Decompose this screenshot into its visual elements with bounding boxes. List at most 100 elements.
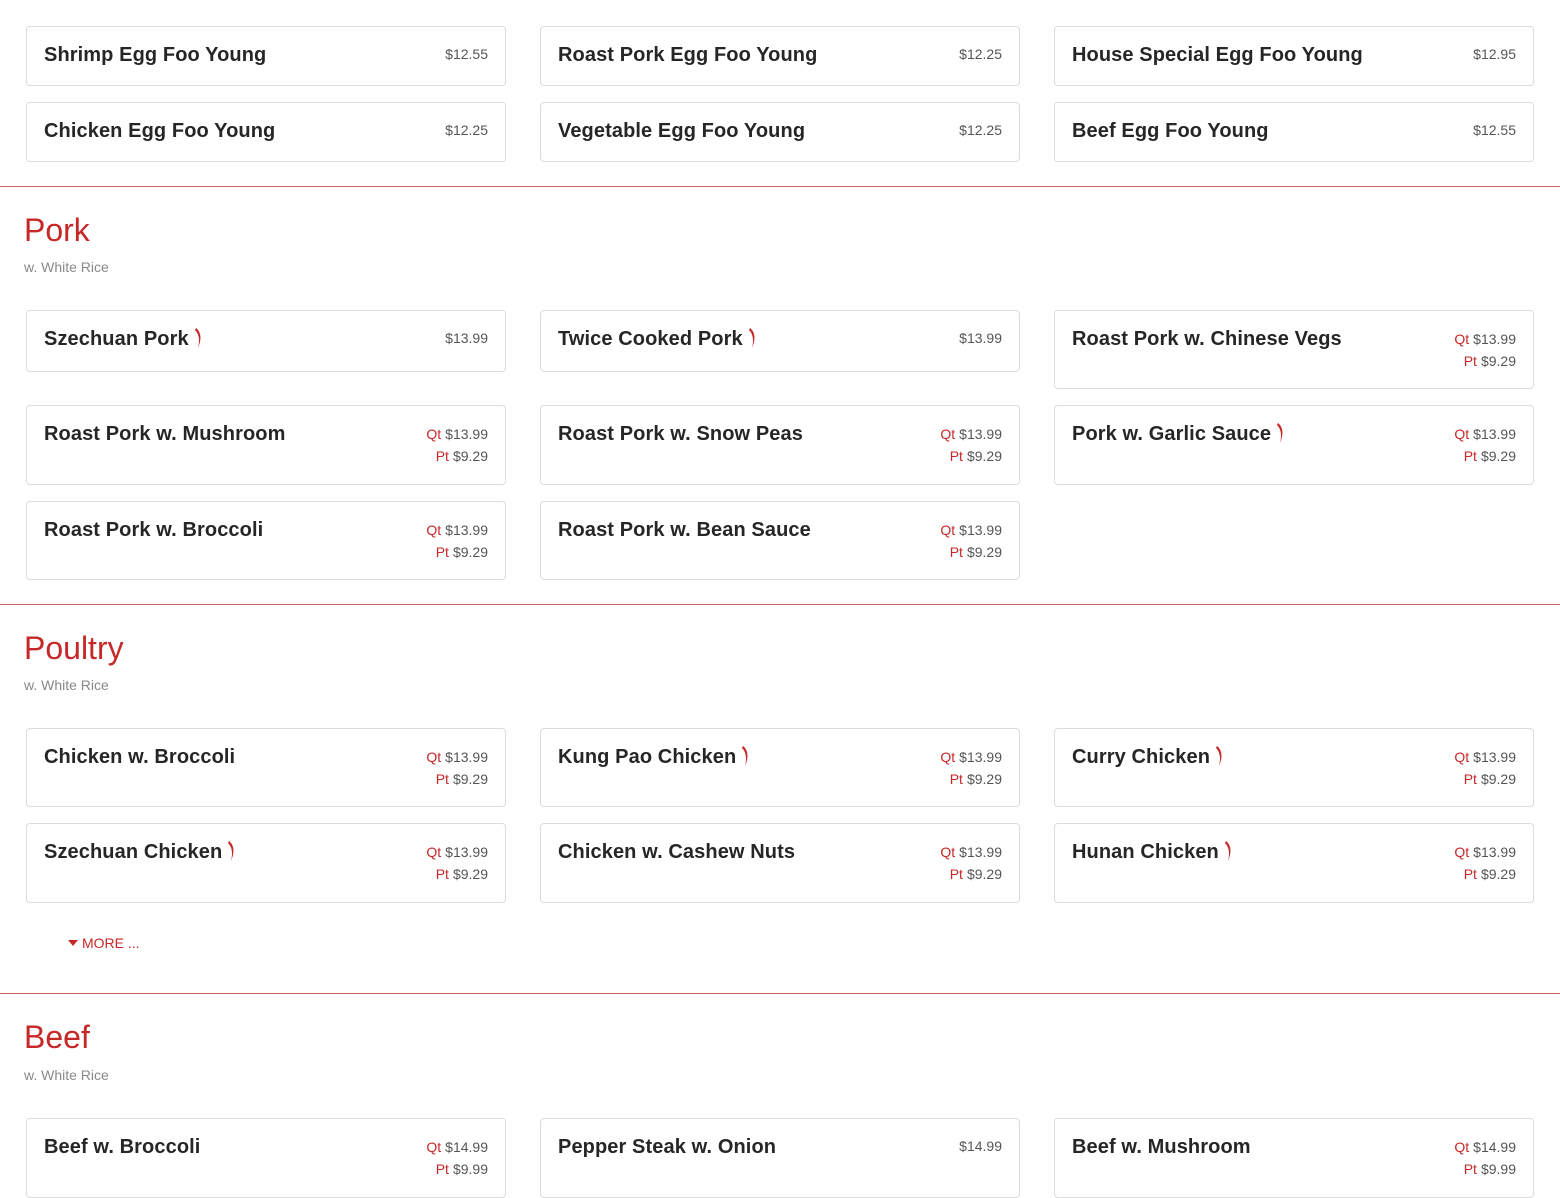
item-name: Roast Pork w. Bean Sauce (558, 519, 811, 541)
qt-label: Qt (940, 749, 956, 765)
item-prices: Qt $13.99 Pt $9.29 (1454, 841, 1516, 885)
pt-price: $9.29 (452, 448, 488, 464)
item-name: Roast Pork Egg Foo Young (558, 44, 818, 66)
menu-item-card[interactable]: Vegetable Egg Foo Young $12.25 (540, 102, 1020, 162)
qt-label: Qt (1454, 426, 1470, 442)
section-subtitle: w. White Rice (24, 1067, 109, 1083)
item-prices: Qt $13.99 Pt $9.29 (940, 519, 1002, 563)
menu-item-card[interactable]: Beef w. Broccoli Qt $14.99 Pt $9.99 (26, 1118, 506, 1198)
section-subtitle: w. White Rice (24, 259, 109, 275)
pt-label: Pt (435, 771, 449, 787)
item-name: Beef Egg Foo Young (1072, 120, 1269, 142)
section-title-poultry: Poultry (24, 630, 124, 666)
item-name: Chicken Egg Foo Young (44, 120, 276, 142)
menu-item-card[interactable]: Roast Pork w. Broccoli Qt $13.99 Pt $9.29 (26, 501, 506, 580)
pt-price: $9.29 (452, 866, 488, 882)
qt-price: $13.99 (959, 844, 1002, 860)
item-prices: Qt $13.99 Pt $9.29 (426, 841, 488, 885)
menu-item-card[interactable]: Beef w. Mushroom Qt $14.99 Pt $9.99 (1054, 1118, 1534, 1198)
menu-item-card[interactable]: Roast Pork w. Chinese Vegs Qt $13.99 Pt $9… (1054, 310, 1534, 389)
pt-label: Pt (1463, 448, 1477, 464)
chili-pepper-icon (1216, 745, 1222, 766)
item-price: $14.99 (959, 1138, 1002, 1154)
qt-label: Qt (426, 522, 442, 538)
menu-item-card[interactable]: Roast Pork w. Snow Peas Qt $13.99 Pt $9.29 (540, 405, 1020, 485)
qt-price: $13.99 (1473, 844, 1516, 860)
qt-price: $14.99 (1473, 1139, 1516, 1155)
menu-item-card[interactable]: Szechuan Chicken Qt $13.99 Pt $9.29 (26, 823, 506, 903)
menu-item-card[interactable]: Beef Egg Foo Young $12.55 (1054, 102, 1534, 162)
more-button[interactable]: MORE ... (68, 935, 140, 951)
item-price: $12.95 (1473, 46, 1516, 62)
menu-item-card[interactable]: House Special Egg Foo Young $12.95 (1054, 26, 1534, 86)
item-name: Roast Pork w. Snow Peas (558, 423, 803, 445)
item-name: Shrimp Egg Foo Young (44, 44, 267, 66)
menu-item-card[interactable]: Hunan Chicken Qt $13.99 Pt $9.29 (1054, 823, 1534, 903)
pt-price: $9.29 (452, 771, 488, 787)
qt-price: $13.99 (445, 426, 488, 442)
qt-price: $13.99 (959, 522, 1002, 538)
item-price: $12.25 (959, 46, 1002, 62)
section-title-pork: Pork (24, 212, 90, 248)
menu-item-card[interactable]: Szechuan Pork $13.99 (26, 310, 506, 372)
chili-pepper-icon (742, 745, 748, 766)
menu-item-card[interactable]: Kung Pao Chicken Qt $13.99 Pt $9.29 (540, 728, 1020, 807)
item-name: Szechuan Chicken (44, 840, 236, 864)
qt-label: Qt (426, 1139, 442, 1155)
menu-item-card[interactable]: Twice Cooked Pork $13.99 (540, 310, 1020, 372)
chili-pepper-icon (1224, 840, 1231, 861)
item-name: Beef w. Mushroom (1072, 1136, 1251, 1158)
qt-label: Qt (940, 844, 956, 860)
chili-pepper-icon (1277, 422, 1283, 443)
menu-item-card[interactable]: Chicken w. Broccoli Qt $13.99 Pt $9.29 (26, 728, 506, 807)
menu-item-card[interactable]: Roast Pork Egg Foo Young $12.25 (540, 26, 1020, 86)
pt-label: Pt (949, 544, 963, 560)
menu-item-card[interactable]: Pepper Steak w. Onion $14.99 (540, 1118, 1020, 1198)
pt-label: Pt (949, 866, 963, 882)
pork-grid: Szechuan Pork $13.99 Twice Cooked Pork $… (26, 310, 1534, 580)
pt-label: Pt (949, 771, 963, 787)
qt-price: $13.99 (1473, 426, 1516, 442)
menu-item-card[interactable]: Chicken Egg Foo Young $12.25 (26, 102, 506, 162)
section-divider (0, 993, 1560, 994)
item-prices: Qt $13.99 Pt $9.29 (940, 841, 1002, 885)
item-name: Chicken w. Cashew Nuts (558, 841, 796, 863)
poultry-grid: Chicken w. Broccoli Qt $13.99 Pt $9.29 Kun… (26, 728, 1534, 903)
pt-price: $9.29 (1480, 866, 1516, 882)
qt-label: Qt (426, 844, 442, 860)
item-name: Curry Chicken (1072, 745, 1224, 769)
item-name: Hunan Chicken (1072, 840, 1233, 864)
item-name: Roast Pork w. Broccoli (44, 519, 264, 541)
item-name: Szechuan Pork (44, 327, 203, 351)
item-price: $12.55 (1473, 122, 1516, 138)
egg-foo-young-grid: Shrimp Egg Foo Young $12.55 Roast Pork E… (26, 26, 1534, 162)
menu-item-card[interactable]: Roast Pork w. Bean Sauce Qt $13.99 Pt $9.2… (540, 501, 1020, 580)
item-prices: Qt $13.99 Pt $9.29 (940, 423, 1002, 467)
pt-price: $9.29 (966, 771, 1002, 787)
menu-item-card[interactable]: Curry Chicken Qt $13.99 Pt $9.29 (1054, 728, 1534, 807)
qt-label: Qt (940, 426, 956, 442)
pt-label: Pt (1463, 866, 1477, 882)
item-prices: Qt $13.99 Pt $9.29 (1454, 423, 1516, 467)
more-label: MORE ... (82, 935, 140, 951)
qt-price: $13.99 (445, 522, 488, 538)
item-prices: Qt $13.99 Pt $9.29 (1454, 328, 1516, 372)
item-price: $12.25 (445, 122, 488, 138)
pt-label: Pt (1463, 353, 1477, 369)
menu-item-card[interactable]: Pork w. Garlic Sauce Qt $13.99 Pt $9.29 (1054, 405, 1534, 485)
item-prices: Qt $13.99 Pt $9.29 (426, 519, 488, 563)
menu-item-card[interactable]: Shrimp Egg Foo Young $12.55 (26, 26, 506, 86)
pt-label: Pt (435, 1161, 449, 1177)
menu-item-card[interactable]: Roast Pork w. Mushroom Qt $13.99 Pt $9.29 (26, 405, 506, 485)
menu-item-card[interactable]: Chicken w. Cashew Nuts Qt $13.99 Pt $9.29 (540, 823, 1020, 903)
item-name: House Special Egg Foo Young (1072, 44, 1363, 66)
chili-pepper-icon (228, 840, 234, 861)
item-prices: Qt $13.99 Pt $9.29 (940, 746, 1002, 790)
beef-grid: Beef w. Broccoli Qt $14.99 Pt $9.99 Pepper… (26, 1118, 1534, 1198)
item-price: $13.99 (445, 330, 488, 346)
chili-pepper-icon (194, 327, 201, 348)
chili-pepper-icon (748, 327, 755, 348)
qt-label: Qt (426, 426, 442, 442)
qt-label: Qt (1454, 1139, 1470, 1155)
pt-price: $9.29 (1480, 353, 1516, 369)
